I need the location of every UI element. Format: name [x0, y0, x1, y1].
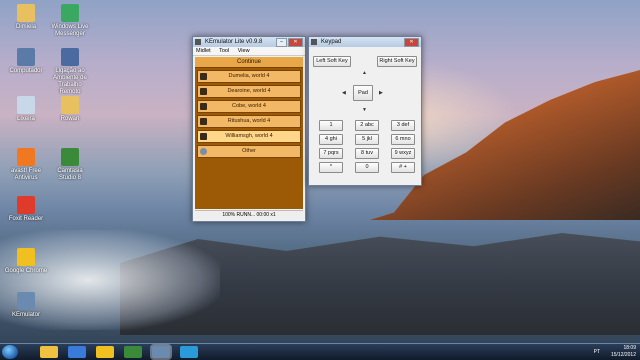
list-item-selected[interactable]: Williamsgh, world 4	[197, 130, 301, 143]
kemulator-icon	[17, 292, 35, 310]
clock-date[interactable]: 15/12/2012	[611, 352, 636, 359]
list-item[interactable]: Ritushua, world 4	[197, 115, 301, 128]
keypad-key[interactable]: *	[319, 162, 343, 173]
kemulator-titlebar[interactable]: KEmulator Lite v0.9.8 – ✕	[193, 37, 305, 47]
list-item-other[interactable]: Other	[197, 145, 301, 158]
language-indicator[interactable]: PT	[594, 349, 600, 356]
close-button[interactable]: ✕	[404, 38, 419, 47]
kemulator-app-icon	[195, 39, 201, 45]
camtasia-icon[interactable]	[124, 346, 142, 358]
desktop-shortcut[interactable]: Foxit Reader	[4, 196, 48, 223]
list-item[interactable]: Dearoine, world 4	[197, 85, 301, 98]
desktop-shortcut[interactable]: Windows Live Messenger	[48, 4, 92, 38]
desktop-shortcut[interactable]: Computador	[4, 48, 48, 75]
keypad-key[interactable]: 2 abc	[355, 120, 379, 131]
desktop-shortcut-label: Ligação ao Ambiente de Trabalho Remoto	[53, 68, 87, 95]
globe-icon	[200, 148, 207, 155]
chrome-icon	[17, 248, 35, 266]
messenger-icon	[61, 4, 79, 22]
menu-view[interactable]: View	[238, 48, 250, 54]
keypad-window[interactable]: Keypad ✕ Left Soft Key Right Soft Key ▲ …	[308, 36, 422, 186]
desktop-shortcut-label: Windows Live Messenger	[51, 24, 89, 37]
desktop-shortcut[interactable]: Dimiela	[4, 4, 48, 31]
desktop-shortcut[interactable]: KEmulator	[4, 292, 48, 319]
pad-button[interactable]: Pad	[353, 85, 373, 101]
chrome-icon[interactable]	[96, 346, 114, 358]
keypad-key[interactable]: 8 tuv	[355, 148, 379, 159]
person-icon	[200, 88, 207, 95]
desktop-shortcut[interactable]: avast! Free Antivirus	[4, 148, 48, 182]
right-arrow-icon[interactable]: ▶	[379, 90, 383, 96]
left-soft-key-button[interactable]: Left Soft Key	[313, 56, 351, 67]
keypad-key[interactable]: 5 jkl	[355, 134, 379, 145]
close-button[interactable]: ✕	[288, 38, 303, 47]
desktop-shortcut-label: KEmulator	[11, 312, 40, 318]
list-item[interactable]: Dumelia, world 4	[197, 70, 301, 83]
folder-icon	[17, 4, 35, 22]
keypad-key[interactable]: 0	[355, 162, 379, 173]
keypad-key[interactable]: 3 def	[391, 120, 415, 131]
desktop-shortcut-label: Lixeira	[17, 116, 35, 122]
right-soft-key-button[interactable]: Right Soft Key	[377, 56, 417, 67]
folder-icon	[61, 96, 79, 114]
left-arrow-icon[interactable]: ◀	[342, 90, 346, 96]
kemulator-menubar: Midlet Tool View	[193, 47, 305, 56]
clock-time[interactable]: 18:09	[611, 345, 636, 352]
computer-icon	[17, 48, 35, 66]
keypad-titlebar[interactable]: Keypad ✕	[309, 37, 421, 47]
emulator-statusbar: 100% RUNN... 00:00 x1	[195, 210, 303, 219]
desktop-shortcut[interactable]: Rowan	[48, 96, 92, 123]
desktop-shortcut-label: Foxit Reader	[8, 216, 44, 222]
desktop-shortcut-label: Camtasia Studio 8	[57, 168, 83, 181]
continue-command[interactable]: Continue	[195, 57, 303, 68]
menu-tool[interactable]: Tool	[219, 48, 229, 54]
minimize-button[interactable]: –	[276, 38, 287, 47]
person-icon	[200, 73, 207, 80]
keypad-key[interactable]: 1	[319, 120, 343, 131]
keypad-key[interactable]: 6 mno	[391, 134, 415, 145]
keypad-key[interactable]: 9 wxyz	[391, 148, 415, 159]
remote-desktop-icon	[61, 48, 79, 66]
emulator-screen[interactable]: Continue Dumelia, world 4 Dearoine, worl…	[195, 57, 303, 209]
desktop-shortcut[interactable]: Google Chrome	[4, 248, 48, 275]
taskbar: PT 18:09 15/12/2012	[0, 343, 640, 360]
person-icon	[200, 103, 207, 110]
list-item[interactable]: Cobe, world 4	[197, 100, 301, 113]
explorer-icon[interactable]	[40, 346, 58, 358]
desktop-shortcut-label: Rowan	[60, 116, 80, 122]
desktop-shortcut-label: Computador	[9, 68, 43, 74]
system-tray: PT 18:09 15/12/2012	[594, 345, 636, 359]
avast-icon	[17, 148, 35, 166]
desktop-shortcut[interactable]: Ligação ao Ambiente de Trabalho Remoto	[48, 48, 92, 96]
keypad-key[interactable]: # +	[391, 162, 415, 173]
foxit-reader-icon	[17, 196, 35, 214]
recycle-bin-icon	[17, 96, 35, 114]
up-arrow-icon[interactable]: ▲	[362, 70, 367, 76]
desktop-shortcut-label: avast! Free Antivirus	[10, 168, 41, 181]
keypad-app-icon	[311, 39, 317, 45]
media-player-icon[interactable]	[68, 346, 86, 358]
kemulator-icon[interactable]	[152, 346, 170, 358]
keypad-key[interactable]: 4 ghi	[319, 134, 343, 145]
person-icon	[200, 118, 207, 125]
camtasia-icon	[61, 148, 79, 166]
start-button[interactable]	[2, 345, 18, 359]
desktop-shortcut[interactable]: Camtasia Studio 8	[48, 148, 92, 182]
desktop-shortcut-label: Google Chrome	[4, 268, 48, 274]
menu-midlet[interactable]: Midlet	[196, 48, 211, 54]
keypad-key[interactable]: 7 pqrs	[319, 148, 343, 159]
keypad-title: Keypad	[321, 39, 342, 45]
person-icon	[200, 133, 207, 140]
skype-icon[interactable]	[180, 346, 198, 358]
kemulator-window[interactable]: KEmulator Lite v0.9.8 – ✕ Midlet Tool Vi…	[192, 36, 306, 222]
kemulator-title: KEmulator Lite v0.9.8	[205, 39, 263, 45]
desktop-shortcut-label: Dimiela	[15, 24, 36, 30]
desktop-shortcut[interactable]: Lixeira	[4, 96, 48, 123]
down-arrow-icon[interactable]: ▼	[362, 107, 367, 113]
